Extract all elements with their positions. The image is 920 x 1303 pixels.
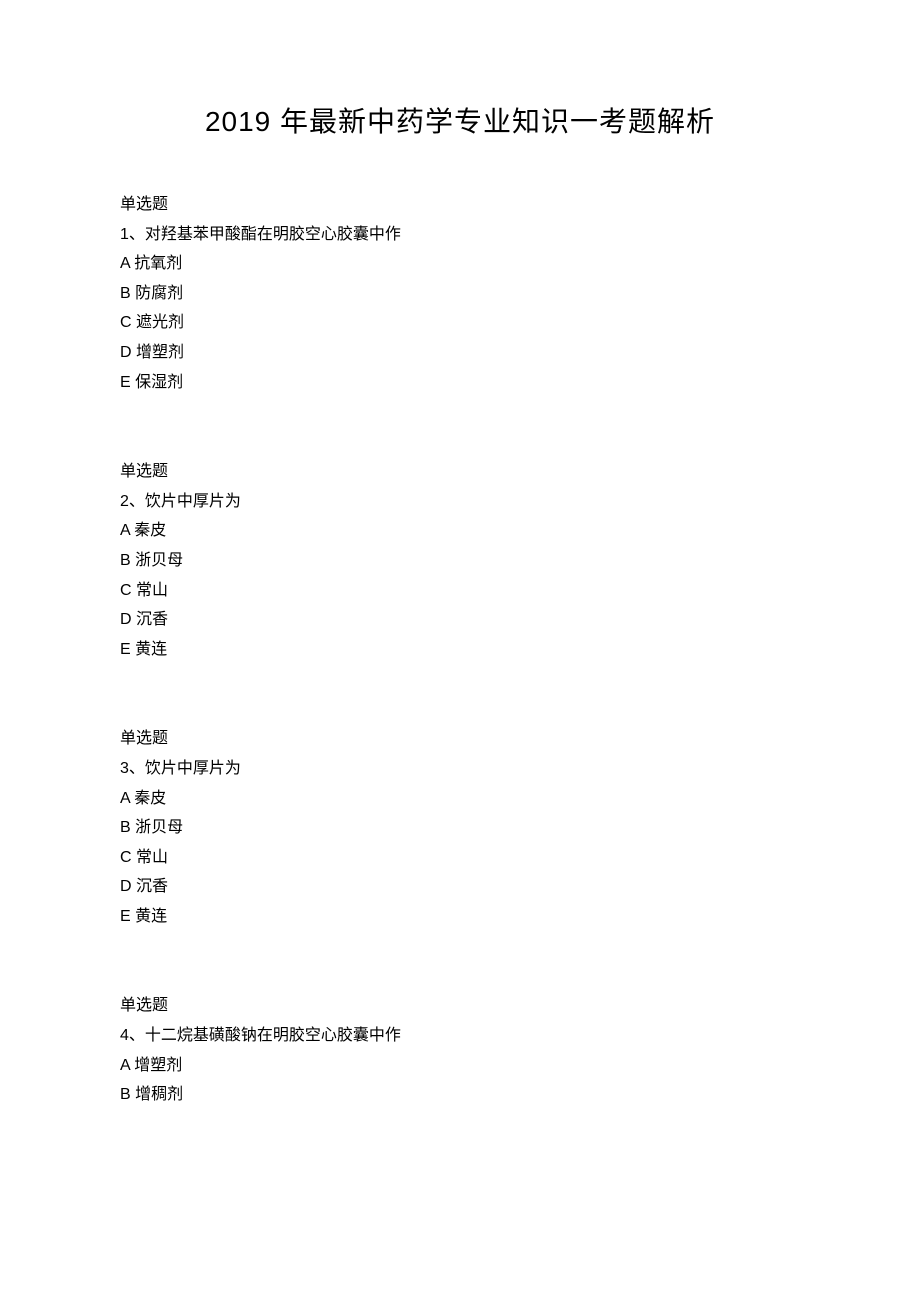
option-d: D 沉香 <box>120 605 800 635</box>
option-d: D 沉香 <box>120 872 800 902</box>
option-b: B 防腐剂 <box>120 279 800 309</box>
option-a: A 秦皮 <box>120 784 800 814</box>
question-type: 单选题 <box>120 991 800 1021</box>
option-b: B 浙贝母 <box>120 813 800 843</box>
question-stem: 3、饮片中厚片为 <box>120 754 800 784</box>
question-block-4: 单选题 4、十二烷基磺酸钠在明胶空心胶囊中作 A 增塑剂 B 增稠剂 <box>120 991 800 1109</box>
question-block-2: 单选题 2、饮片中厚片为 A 秦皮 B 浙贝母 C 常山 D 沉香 E 黄连 <box>120 457 800 664</box>
option-c: C 常山 <box>120 843 800 873</box>
question-stem: 1、对羟基苯甲酸酯在明胶空心胶囊中作 <box>120 220 800 250</box>
option-e: E 保湿剂 <box>120 368 800 398</box>
question-type: 单选题 <box>120 724 800 754</box>
option-e: E 黄连 <box>120 635 800 665</box>
question-type: 单选题 <box>120 457 800 487</box>
question-stem: 4、十二烷基磺酸钠在明胶空心胶囊中作 <box>120 1021 800 1051</box>
option-a: A 增塑剂 <box>120 1051 800 1081</box>
option-a: A 抗氧剂 <box>120 249 800 279</box>
option-b: B 增稠剂 <box>120 1080 800 1110</box>
question-type: 单选题 <box>120 190 800 220</box>
question-block-3: 单选题 3、饮片中厚片为 A 秦皮 B 浙贝母 C 常山 D 沉香 E 黄连 <box>120 724 800 931</box>
option-c: C 常山 <box>120 576 800 606</box>
option-c: C 遮光剂 <box>120 308 800 338</box>
option-d: D 增塑剂 <box>120 338 800 368</box>
option-a: A 秦皮 <box>120 516 800 546</box>
option-e: E 黄连 <box>120 902 800 932</box>
document-title: 2019 年最新中药学专业知识一考题解析 <box>120 100 800 140</box>
question-stem: 2、饮片中厚片为 <box>120 487 800 517</box>
question-block-1: 单选题 1、对羟基苯甲酸酯在明胶空心胶囊中作 A 抗氧剂 B 防腐剂 C 遮光剂… <box>120 190 800 397</box>
option-b: B 浙贝母 <box>120 546 800 576</box>
